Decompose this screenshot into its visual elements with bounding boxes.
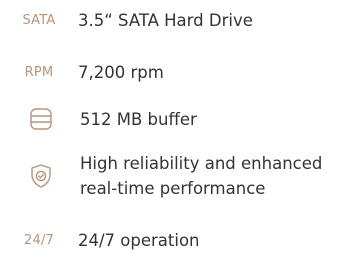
feature-text: 7,200 rpm (78, 62, 164, 82)
24-7-badge: 24/7 (24, 232, 54, 248)
feature-text: 24/7 operation (78, 230, 200, 250)
feature-text: 512 MB buffer (80, 109, 197, 129)
feature-row-sata: SATA 3.5“ SATA Hard Drive (0, 6, 364, 34)
feature-row-buffer: 512 MB buffer (0, 104, 364, 134)
feature-text-line: High reliability and enhanced (80, 154, 323, 173)
sata-badge: SATA (22, 12, 56, 28)
feature-row-rpm: RPM 7,200 rpm (0, 58, 364, 86)
feature-text: 3.5“ SATA Hard Drive (78, 10, 253, 30)
feature-row-operation: 24/7 24/7 operation (0, 226, 364, 254)
feature-text-line: real-time performance (80, 179, 266, 198)
shield-check-icon (31, 164, 51, 188)
feature-list: SATA 3.5“ SATA Hard Drive RPM 7,200 rpm … (0, 0, 364, 255)
feature-text: High reliability and enhanced real-time … (80, 151, 322, 201)
rpm-badge: RPM (24, 64, 54, 80)
database-icon (30, 108, 52, 130)
feature-row-reliability: High reliability and enhanced real-time … (0, 148, 364, 204)
